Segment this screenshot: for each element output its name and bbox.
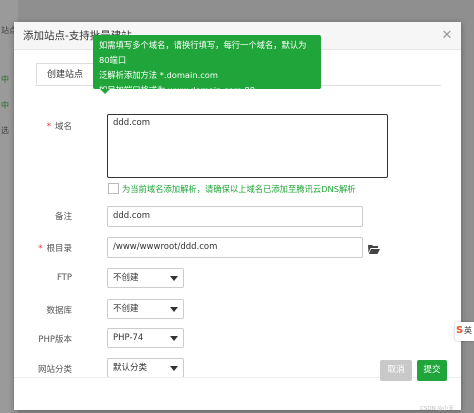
root-dir-input[interactable]: /www/wwwroot/ddd.com <box>107 237 363 258</box>
ime-mode-label[interactable]: 英 <box>464 325 472 337</box>
dialog-footer <box>14 377 461 410</box>
domain-help-tooltip: 如需填写多个域名，请换行填写，每行一个域名，默认为80端口 泛解析添加方法 *.… <box>93 35 321 95</box>
cancel-button[interactable]: 取消 <box>380 360 412 381</box>
tab-bar: 创建站点 <box>36 63 95 86</box>
php-version-label: PHP版本 <box>38 335 72 345</box>
domain-label: * 域名 <box>46 122 72 132</box>
chevron-down-icon <box>170 276 178 281</box>
ime-toolbar[interactable]: S 英 <box>455 322 474 341</box>
domain-textarea[interactable]: ddd.com <box>107 114 388 178</box>
site-category-select[interactable]: 默认分类 <box>107 358 184 378</box>
ftp-label: FTP <box>56 273 72 283</box>
tooltip-line: 如另加端口格式为 www.domain.com:88 <box>99 85 256 95</box>
folder-open-icon[interactable] <box>368 244 380 254</box>
remark-input[interactable]: ddd.com <box>107 206 363 227</box>
dns-checkbox-label[interactable]: 为当前域名添加解析，请确保以上域名已添加至腾讯云DNS解析 <box>122 183 356 195</box>
background-text: 中 <box>1 75 9 84</box>
chevron-down-icon <box>170 336 178 341</box>
tooltip-arrow <box>100 89 110 94</box>
submit-button[interactable]: 提交 <box>417 360 447 381</box>
tab-create-site[interactable]: 创建站点 <box>36 63 95 86</box>
ftp-select[interactable]: 不创建 <box>107 268 184 288</box>
root-dir-label: * 根目录 <box>38 244 72 254</box>
close-icon[interactable]: ✕ <box>442 28 453 43</box>
chevron-down-icon <box>170 366 178 371</box>
background-text: 中 <box>1 101 9 110</box>
chevron-down-icon <box>170 307 178 312</box>
tooltip-line: 泛解析添加方法 *.domain.com <box>99 70 218 80</box>
close-button[interactable]: ✕ <box>439 28 455 44</box>
watermark: CSDN @小天 <box>420 406 454 412</box>
remark-label: 备注 <box>54 212 72 222</box>
php-version-select[interactable]: PHP-74 <box>107 328 184 348</box>
background-text: 选 <box>1 126 9 135</box>
database-select[interactable]: 不创建 <box>107 299 184 319</box>
tooltip-line: 如需填写多个域名，请换行填写，每行一个域名，默认为80端口 <box>99 40 307 65</box>
dns-checkbox[interactable] <box>108 183 119 194</box>
site-category-label: 网站分类 <box>37 365 72 375</box>
database-label: 数据库 <box>46 306 72 316</box>
